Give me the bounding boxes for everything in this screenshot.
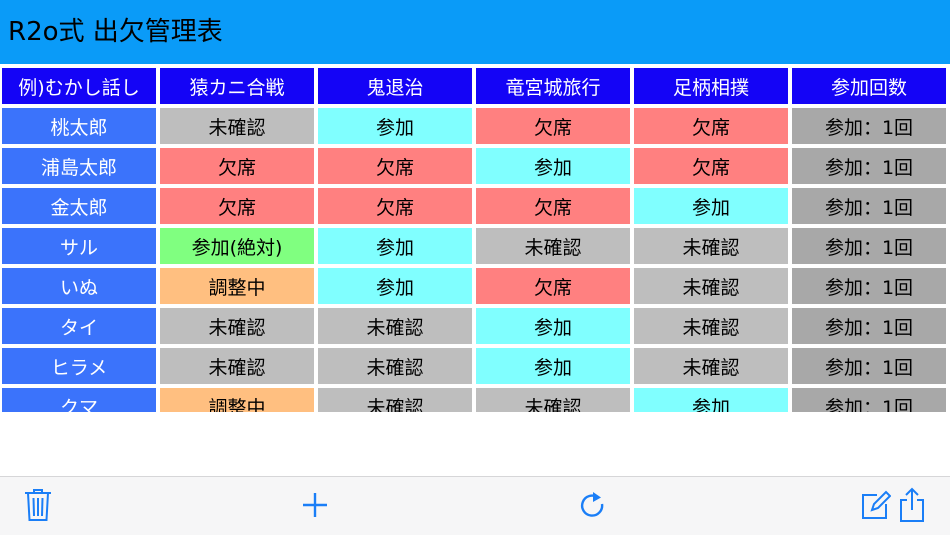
status-cell[interactable]: 参加 (476, 348, 630, 384)
header-cell-event[interactable]: 竜宮城旅行 (476, 68, 630, 104)
table-row: いぬ 調整中 参加 欠席 未確認 参加：1回 (2, 268, 946, 304)
status-cell[interactable]: 調整中 (160, 388, 314, 412)
table-row: サル 参加(絶対) 参加 未確認 未確認 参加：1回 (2, 228, 946, 264)
trash-icon (25, 489, 51, 521)
attendance-count-cell: 参加：1回 (792, 308, 946, 344)
header-cell-event[interactable]: 足柄相撲 (634, 68, 788, 104)
table-row: クマ 調整中 未確認 未確認 参加 参加：1回 (2, 388, 946, 412)
status-cell[interactable]: 欠席 (318, 148, 472, 184)
row-name-cell[interactable]: タイ (2, 308, 156, 344)
row-name-cell[interactable]: いぬ (2, 268, 156, 304)
bottom-toolbar (0, 476, 950, 535)
status-cell[interactable]: 未確認 (476, 228, 630, 264)
status-cell[interactable]: 未確認 (634, 348, 788, 384)
row-name-cell[interactable]: サル (2, 228, 156, 264)
share-icon (900, 487, 924, 522)
status-cell[interactable]: 欠席 (476, 108, 630, 144)
status-cell[interactable]: 未確認 (318, 388, 472, 412)
status-cell[interactable]: 参加 (634, 388, 788, 412)
attendance-count-cell: 参加：1回 (792, 348, 946, 384)
table-row: ヒラメ 未確認 未確認 参加 未確認 参加：1回 (2, 348, 946, 384)
header-cell-event[interactable]: 鬼退治 (318, 68, 472, 104)
title-bar: R2o式 出欠管理表 (0, 0, 950, 64)
status-cell[interactable]: 欠席 (160, 188, 314, 224)
status-cell[interactable]: 参加 (318, 108, 472, 144)
status-cell[interactable]: 欠席 (160, 148, 314, 184)
row-name-cell[interactable]: 金太郎 (2, 188, 156, 224)
attendance-table: 例)むかし話し 猿カニ合戦 鬼退治 竜宮城旅行 足柄相撲 参加回数 桃太郎 未確認… (0, 64, 950, 412)
status-cell[interactable]: 参加 (318, 268, 472, 304)
share-button[interactable] (892, 485, 932, 525)
status-cell[interactable]: 未確認 (634, 268, 788, 304)
row-name-cell[interactable]: 桃太郎 (2, 108, 156, 144)
status-cell[interactable]: 未確認 (160, 108, 314, 144)
status-cell[interactable]: 未確認 (160, 308, 314, 344)
status-cell[interactable]: 未確認 (634, 228, 788, 264)
status-cell[interactable]: 参加 (476, 148, 630, 184)
edit-button[interactable] (856, 485, 896, 525)
attendance-count-cell: 参加：1回 (792, 388, 946, 412)
table-row: タイ 未確認 未確認 参加 未確認 参加：1回 (2, 308, 946, 344)
status-cell[interactable]: 未確認 (160, 348, 314, 384)
header-cell-title[interactable]: 例)むかし話し (2, 68, 156, 104)
plus-icon (303, 493, 327, 517)
row-name-cell[interactable]: 浦島太郎 (2, 148, 156, 184)
header-cell-count: 参加回数 (792, 68, 946, 104)
status-cell[interactable]: 参加 (634, 188, 788, 224)
status-cell[interactable]: 欠席 (634, 108, 788, 144)
refresh-icon (580, 492, 604, 517)
app-title: R2o式 出欠管理表 (8, 17, 223, 47)
header-row: 例)むかし話し 猿カニ合戦 鬼退治 竜宮城旅行 足柄相撲 参加回数 (2, 68, 946, 104)
status-cell[interactable]: 欠席 (634, 148, 788, 184)
table-row: 桃太郎 未確認 参加 欠席 欠席 参加：1回 (2, 108, 946, 144)
trash-button[interactable] (18, 485, 58, 525)
header-cell-event[interactable]: 猿カニ合戦 (160, 68, 314, 104)
attendance-count-cell: 参加：1回 (792, 268, 946, 304)
attendance-count-cell: 参加：1回 (792, 108, 946, 144)
table-row: 金太郎 欠席 欠席 欠席 参加 参加：1回 (2, 188, 946, 224)
attendance-count-cell: 参加：1回 (792, 188, 946, 224)
status-cell[interactable]: 参加(絶対) (160, 228, 314, 264)
status-cell[interactable]: 参加 (476, 308, 630, 344)
status-cell[interactable]: 未確認 (318, 348, 472, 384)
status-cell[interactable]: 欠席 (318, 188, 472, 224)
refresh-button[interactable] (572, 485, 612, 525)
table-row: 浦島太郎 欠席 欠席 参加 欠席 参加：1回 (2, 148, 946, 184)
attendance-count-cell: 参加：1回 (792, 228, 946, 264)
status-cell[interactable]: 欠席 (476, 268, 630, 304)
status-cell[interactable]: 未確認 (318, 308, 472, 344)
attendance-count-cell: 参加：1回 (792, 148, 946, 184)
status-cell[interactable]: 欠席 (476, 188, 630, 224)
row-name-cell[interactable]: クマ (2, 388, 156, 412)
status-cell[interactable]: 調整中 (160, 268, 314, 304)
compose-icon (862, 490, 891, 519)
add-button[interactable] (295, 485, 335, 525)
row-name-cell[interactable]: ヒラメ (2, 348, 156, 384)
status-cell[interactable]: 参加 (318, 228, 472, 264)
attendance-table-scroll[interactable]: 例)むかし話し 猿カニ合戦 鬼退治 竜宮城旅行 足柄相撲 参加回数 桃太郎 未確認… (0, 64, 950, 412)
status-cell[interactable]: 未確認 (634, 308, 788, 344)
status-cell[interactable]: 未確認 (476, 388, 630, 412)
